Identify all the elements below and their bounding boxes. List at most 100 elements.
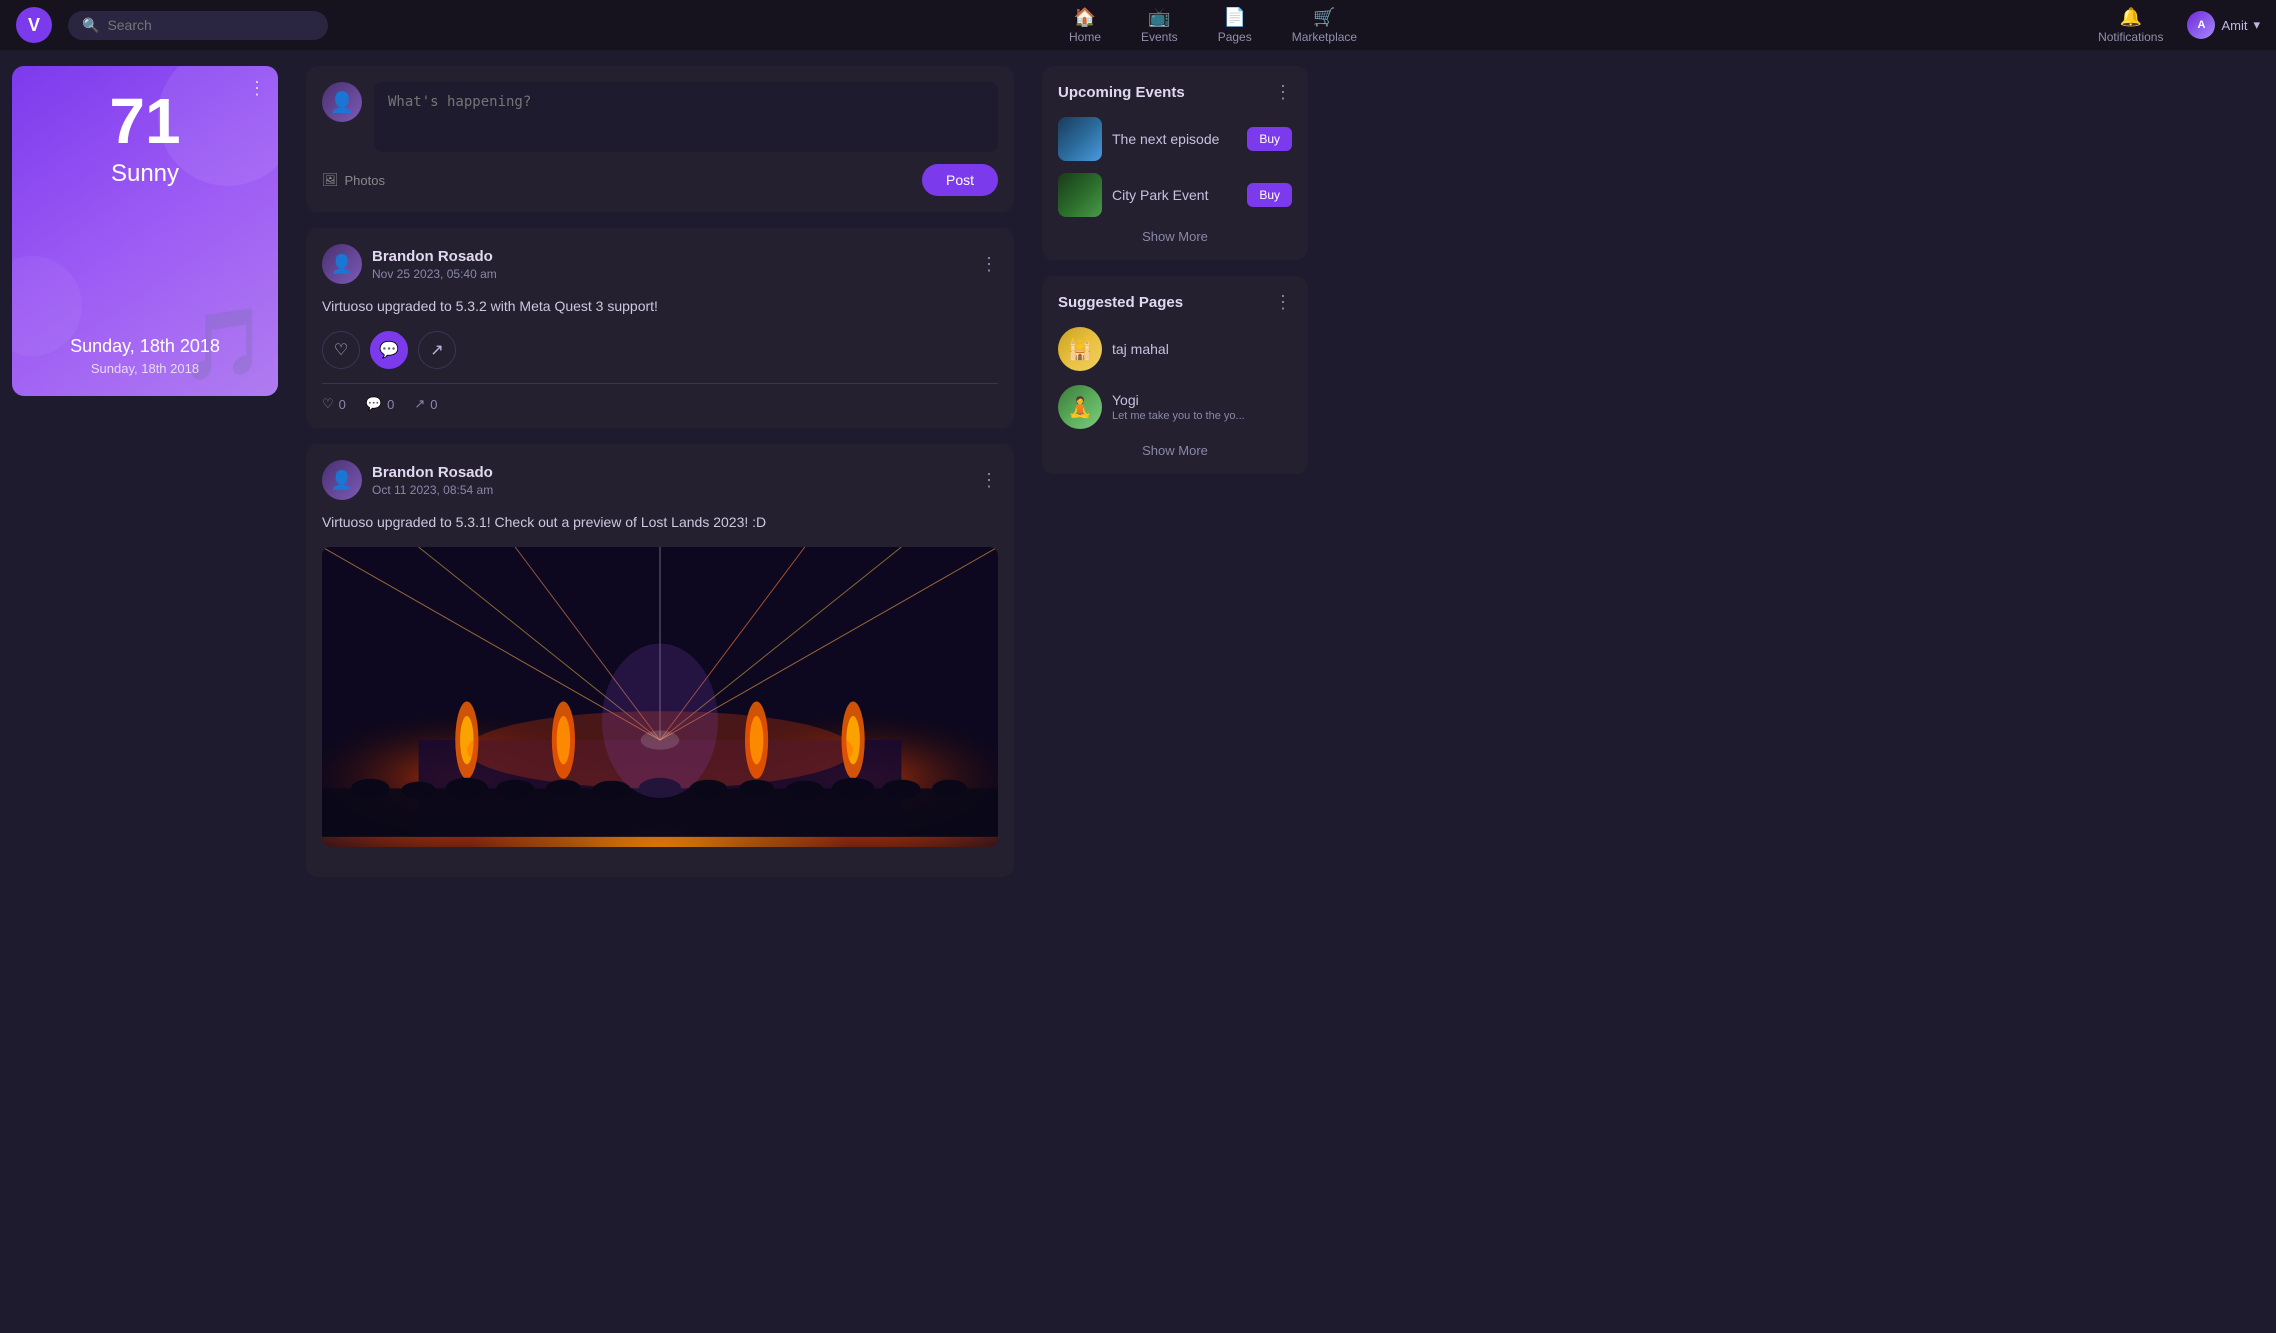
feed-card2-header: 👤 Brandon Rosado Oct 11 2023, 08:54 am ⋮ [322,460,998,500]
post1-shares-count: 0 [430,397,437,412]
left-sidebar: ⋮ 71 Sunny Sunday, 18th 2018 Sunday, 18t… [0,50,290,1333]
nav-events-label: Events [1141,30,1178,44]
upcoming-events-header: Upcoming Events ⋮ [1058,82,1292,103]
page-taj-thumb: 🕌 [1058,327,1102,371]
navbar: V 🔍 🏠 Home 📺 Events 📄 Pages 🛒 Marketplac… [0,0,2276,50]
event-episode-thumb [1058,117,1102,161]
weather-menu-dots[interactable]: ⋮ [248,78,266,99]
post1-shares-stat: ↗ 0 [414,396,437,412]
upcoming-events-show-more[interactable]: Show More [1058,229,1292,244]
current-user-avatar: 👤 [322,82,362,122]
notifications-button[interactable]: 🔔 Notifications [2098,7,2163,44]
photos-icon: 🖼 [322,172,339,188]
post1-info: Brandon Rosado Nov 25 2023, 05:40 am [372,248,970,281]
post2-time: Oct 11 2023, 08:54 am [372,483,970,497]
nav-pages-label: Pages [1218,30,1252,44]
event-episode-name: The next episode [1112,131,1237,147]
upcoming-events-title: Upcoming Events [1058,84,1185,101]
page-taj-info: taj mahal [1112,341,1292,357]
weather-top: 71 Sunny [109,86,180,188]
post1-likes-count: 0 [339,397,346,412]
suggested-pages-show-more[interactable]: Show More [1058,443,1292,458]
post1-like-button[interactable]: ♡ [322,331,360,369]
page-taj-name: taj mahal [1112,341,1292,357]
page-yogi-info: Yogi Let me take you to the yo... [1112,392,1292,422]
post-button[interactable]: Post [922,164,998,196]
post1-time: Nov 25 2023, 05:40 am [372,267,970,281]
post-box-top: 👤 [322,82,998,152]
feed-card-header: 👤 Brandon Rosado Nov 25 2023, 05:40 am ⋮ [322,244,998,284]
post-input[interactable] [374,82,998,152]
laser-lines-svg [322,547,998,837]
nav-home-label: Home [1069,30,1101,44]
page-yogi-name: Yogi [1112,392,1292,408]
page-item-taj[interactable]: 🕌 taj mahal [1058,327,1292,371]
post2-text: Virtuoso upgraded to 5.3.1! Check out a … [322,512,998,533]
event-park-thumb [1058,173,1102,217]
post1-share-button[interactable]: ↗ [418,331,456,369]
event-park-buy-button[interactable]: Buy [1247,183,1292,207]
avatar: A [2187,11,2215,39]
notifications-label: Notifications [2098,30,2163,44]
feed-divider [322,383,998,384]
post2-avatar[interactable]: 👤 [322,460,362,500]
post1-comments-count: 0 [387,397,394,412]
weather-date-sub: Sunday, 18th 2018 [70,361,220,376]
likes-icon: ♡ [322,396,334,412]
shares-icon: ↗ [414,396,425,412]
upcoming-events-menu-dots[interactable]: ⋮ [1274,82,1292,103]
marketplace-icon: 🛒 [1313,7,1335,28]
center-feed: 👤 🖼 Photos Post 👤 Brandon Rosado [290,50,1030,1333]
nav-events[interactable]: 📺 Events [1141,7,1178,44]
post1-comments-stat: 💬 0 [366,396,394,412]
post-box-bottom: 🖼 Photos Post [322,164,998,196]
events-icon: 📺 [1148,7,1170,28]
photos-button[interactable]: 🖼 Photos [322,172,385,188]
home-icon: 🏠 [1074,7,1096,28]
post2-author: Brandon Rosado [372,464,970,481]
post2-image [322,547,998,847]
event-item-park: City Park Event Buy [1058,173,1292,217]
search-bar[interactable]: 🔍 [68,11,328,40]
search-input[interactable] [107,17,314,33]
post-box: 👤 🖼 Photos Post [306,66,1014,212]
weather-condition: Sunny [109,160,180,188]
comments-icon: 💬 [366,396,382,412]
suggested-pages-menu-dots[interactable]: ⋮ [1274,292,1292,313]
photos-label: Photos [345,173,385,188]
post1-author: Brandon Rosado [372,248,970,265]
post1-likes-stat: ♡ 0 [322,396,346,412]
right-sidebar: Upcoming Events ⋮ The next episode Buy C… [1030,50,1320,1333]
post2-menu-dots[interactable]: ⋮ [980,470,998,491]
concert-image [322,547,998,847]
suggested-pages-card: Suggested Pages ⋮ 🕌 taj mahal 🧘 Yogi Let… [1042,276,1308,474]
nav-marketplace[interactable]: 🛒 Marketplace [1292,7,1357,44]
event-episode-buy-button[interactable]: Buy [1247,127,1292,151]
main-container: ⋮ 71 Sunny Sunday, 18th 2018 Sunday, 18t… [0,0,2276,1333]
post1-stats: ♡ 0 💬 0 ↗ 0 [322,396,998,412]
post1-text: Virtuoso upgraded to 5.3.2 with Meta Que… [322,296,998,317]
page-item-yogi[interactable]: 🧘 Yogi Let me take you to the yo... [1058,385,1292,429]
nav-center: 🏠 Home 📺 Events 📄 Pages 🛒 Marketplace [344,7,2082,44]
suggested-pages-title: Suggested Pages [1058,294,1183,311]
post1-avatar[interactable]: 👤 [322,244,362,284]
user-menu[interactable]: A Amit ▾ [2187,11,2260,39]
post1-comment-button[interactable]: 💬 [370,331,408,369]
nav-home[interactable]: 🏠 Home [1069,7,1101,44]
user-label: Amit [2221,18,2247,33]
chevron-down-icon: ▾ [2253,17,2260,33]
weather-card: ⋮ 71 Sunny Sunday, 18th 2018 Sunday, 18t… [12,66,278,396]
feed-card-2: 👤 Brandon Rosado Oct 11 2023, 08:54 am ⋮… [306,444,1014,877]
weather-temperature: 71 [109,86,180,156]
logo[interactable]: V [16,7,52,43]
post1-menu-dots[interactable]: ⋮ [980,254,998,275]
pages-icon: 📄 [1223,7,1245,28]
post2-info: Brandon Rosado Oct 11 2023, 08:54 am [372,464,970,497]
bell-icon: 🔔 [2120,7,2142,28]
upcoming-events-card: Upcoming Events ⋮ The next episode Buy C… [1042,66,1308,260]
nav-pages[interactable]: 📄 Pages [1218,7,1252,44]
page-yogi-thumb: 🧘 [1058,385,1102,429]
nav-right: 🔔 Notifications A Amit ▾ [2098,7,2260,44]
suggested-pages-header: Suggested Pages ⋮ [1058,292,1292,313]
weather-date-main: Sunday, 18th 2018 [70,336,220,357]
